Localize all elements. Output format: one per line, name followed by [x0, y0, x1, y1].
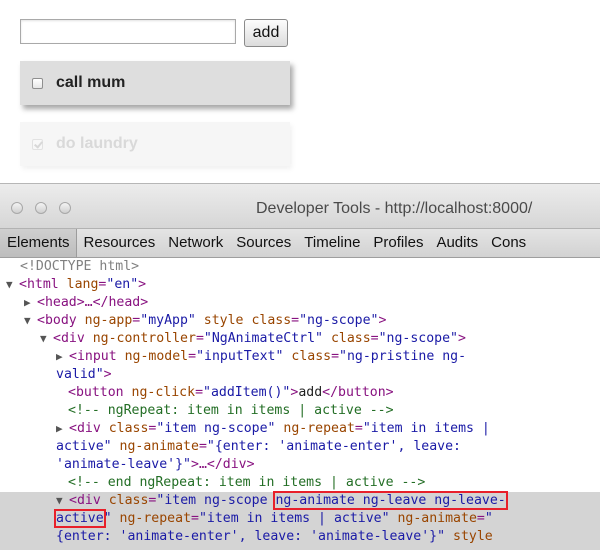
doctype-text: <!DOCTYPE html> — [20, 259, 140, 274]
attr-name: ng-model — [124, 349, 189, 364]
attr-name: ng-app — [84, 313, 133, 328]
attr-value: "NgAnimateCtrl" — [203, 331, 323, 346]
tag-name: <div — [69, 421, 101, 436]
item-label: call mum — [56, 74, 126, 91]
item-label: do laundry — [56, 135, 138, 152]
tab-sources[interactable]: Sources — [229, 229, 297, 257]
window-title: Developer Tools - http://localhost:8000/ — [256, 200, 533, 217]
attr-value: "{enter: 'animate-enter', leave: — [206, 439, 461, 454]
attr-name: class — [251, 313, 292, 328]
highlighted-class-value: active — [54, 509, 106, 528]
tag-name: </button> — [322, 385, 394, 400]
attr-name: ng-click — [131, 385, 196, 400]
tree-node-div-item-selected[interactable]: ▼ <div class="item ng-scope ng-animate ng… — [0, 491, 600, 510]
tag-name: …</div> — [198, 457, 255, 472]
comment-text: <!-- end ngRepeat: item in items | activ… — [68, 475, 426, 490]
todo-item-leaving: do laundry — [20, 122, 290, 166]
attr-value: "item ng-scope" — [156, 421, 276, 436]
tag-name: <head>…</head> — [37, 295, 149, 310]
attr-value: {enter: 'animate-enter', leave: 'animate… — [56, 529, 446, 544]
collapsed-triangle-icon[interactable]: ▶ — [56, 348, 69, 366]
attr-name: ng-animate — [397, 511, 477, 526]
tree-node-div-controller[interactable]: ▼ <div ng-controller="NgAnimateCtrl" clas… — [0, 330, 600, 348]
attr-name: style — [203, 313, 244, 328]
window-titlebar: Developer Tools - http://localhost:8000/ — [0, 184, 600, 229]
attr-name: class — [291, 349, 332, 364]
attr-value: "item in items | — [362, 421, 490, 436]
item-checkbox-checked[interactable] — [32, 138, 43, 150]
tab-console[interactable]: Cons — [484, 229, 532, 257]
attr-value: " — [103, 511, 112, 526]
tree-node-div-item-cont2: 'animate-leave'}">…</div> — [56, 457, 255, 472]
tag-name: <button — [68, 385, 124, 400]
devtools-window: Developer Tools - http://localhost:8000/… — [0, 183, 600, 550]
tab-timeline[interactable]: Timeline — [297, 229, 366, 257]
tag-name: <html — [19, 277, 59, 292]
node-text: add — [298, 385, 323, 400]
tree-node-div-item-selected-cont: active" ng-repeat="item in items | activ… — [54, 509, 493, 528]
attr-value: valid" — [56, 367, 104, 382]
attr-name: ng-controller — [92, 331, 196, 346]
attr-value: "ng-pristine ng- — [339, 349, 467, 364]
comment-text: <!-- ngRepeat: item in items | active --… — [68, 403, 394, 418]
attr-name: style — [453, 529, 493, 544]
tree-node-button[interactable]: <button ng-click="addItem()">add</button… — [0, 384, 600, 402]
tree-node-comment[interactable]: <!-- ngRepeat: item in items | active --… — [0, 402, 600, 420]
attr-value: active" — [56, 439, 112, 454]
add-button[interactable]: add — [244, 19, 288, 47]
attr-value: "addItem()" — [203, 385, 291, 400]
attr-value: 'animate-leave'}" — [56, 457, 191, 472]
expand-triangle-icon[interactable]: ▼ — [24, 312, 37, 330]
elements-tree: <!DOCTYPE html> ▼ <html lang="en"> ▶ <head… — [0, 258, 600, 550]
item-checkbox[interactable] — [32, 77, 43, 89]
tree-node-div-item-selected-cont2: {enter: 'animate-enter', leave: 'animate… — [0, 528, 600, 546]
tree-node-comment[interactable]: <!-- end ngRepeat: item in items | activ… — [0, 474, 600, 492]
attr-name: lang — [66, 277, 99, 292]
tab-elements[interactable]: Elements — [0, 229, 77, 257]
tree-node-doctype[interactable]: <!DOCTYPE html> — [0, 258, 600, 276]
attr-name: class — [108, 421, 149, 436]
tree-node-input-cont: valid"> — [56, 367, 112, 382]
attr-value: "inputText" — [196, 349, 284, 364]
expand-triangle-icon[interactable]: ▼ — [6, 276, 19, 294]
attr-name: ng-animate — [119, 439, 199, 454]
tree-node-div-item[interactable]: ▶ <div class="item ng-scope" ng-repeat="i… — [0, 420, 600, 438]
demo-app: add call mum do laundry — [0, 0, 600, 183]
tag-name: <div — [53, 331, 85, 346]
highlighted-class-value: ng-animate ng-leave ng-leave- — [273, 491, 508, 510]
tree-node-div-item-cont: active" ng-animate="{enter: 'animate-ent… — [56, 439, 461, 454]
tab-audits[interactable]: Audits — [429, 229, 484, 257]
attr-value: "item ng-scope — [156, 493, 276, 508]
attr-name: ng-repeat — [283, 421, 355, 436]
tree-node-input[interactable]: ▶ <input ng-model="inputText" class="ng-p… — [0, 348, 600, 366]
collapsed-triangle-icon[interactable]: ▶ — [24, 294, 37, 312]
tab-network[interactable]: Network — [161, 229, 229, 257]
item-text-input[interactable] — [20, 19, 236, 44]
attr-value: "item in items | active" — [198, 511, 390, 526]
attr-name: class — [108, 493, 149, 508]
tab-profiles[interactable]: Profiles — [366, 229, 429, 257]
devtools-tabbar: Elements Resources Network Sources Timel… — [0, 229, 600, 258]
attr-name: class — [330, 331, 371, 346]
attr-value: " — [484, 511, 493, 526]
expand-triangle-icon[interactable]: ▼ — [40, 330, 53, 348]
tag-name: <input — [69, 349, 117, 364]
tab-resources[interactable]: Resources — [77, 229, 162, 257]
attr-value: "myApp" — [140, 313, 196, 328]
collapsed-triangle-icon[interactable]: ▶ — [56, 420, 69, 438]
tag-name: <body — [37, 313, 77, 328]
attr-value: "ng-scope" — [378, 331, 458, 346]
close-window-button[interactable] — [11, 202, 23, 214]
attr-value: "ng-scope" — [299, 313, 379, 328]
attr-name: ng-repeat — [119, 511, 192, 526]
tree-node-html[interactable]: ▼ <html lang="en"> — [0, 276, 600, 294]
tree-node-body[interactable]: ▼ <body ng-app="myApp" style class="ng-sc… — [0, 312, 600, 330]
zoom-window-button[interactable] — [59, 202, 71, 214]
expand-triangle-icon[interactable]: ▼ — [56, 492, 69, 510]
todo-item: call mum — [20, 61, 290, 105]
attr-value: "en" — [106, 277, 139, 292]
minimize-window-button[interactable] — [35, 202, 47, 214]
tag-name: <div — [69, 493, 101, 508]
tree-node-head[interactable]: ▶ <head>…</head> — [0, 294, 600, 312]
